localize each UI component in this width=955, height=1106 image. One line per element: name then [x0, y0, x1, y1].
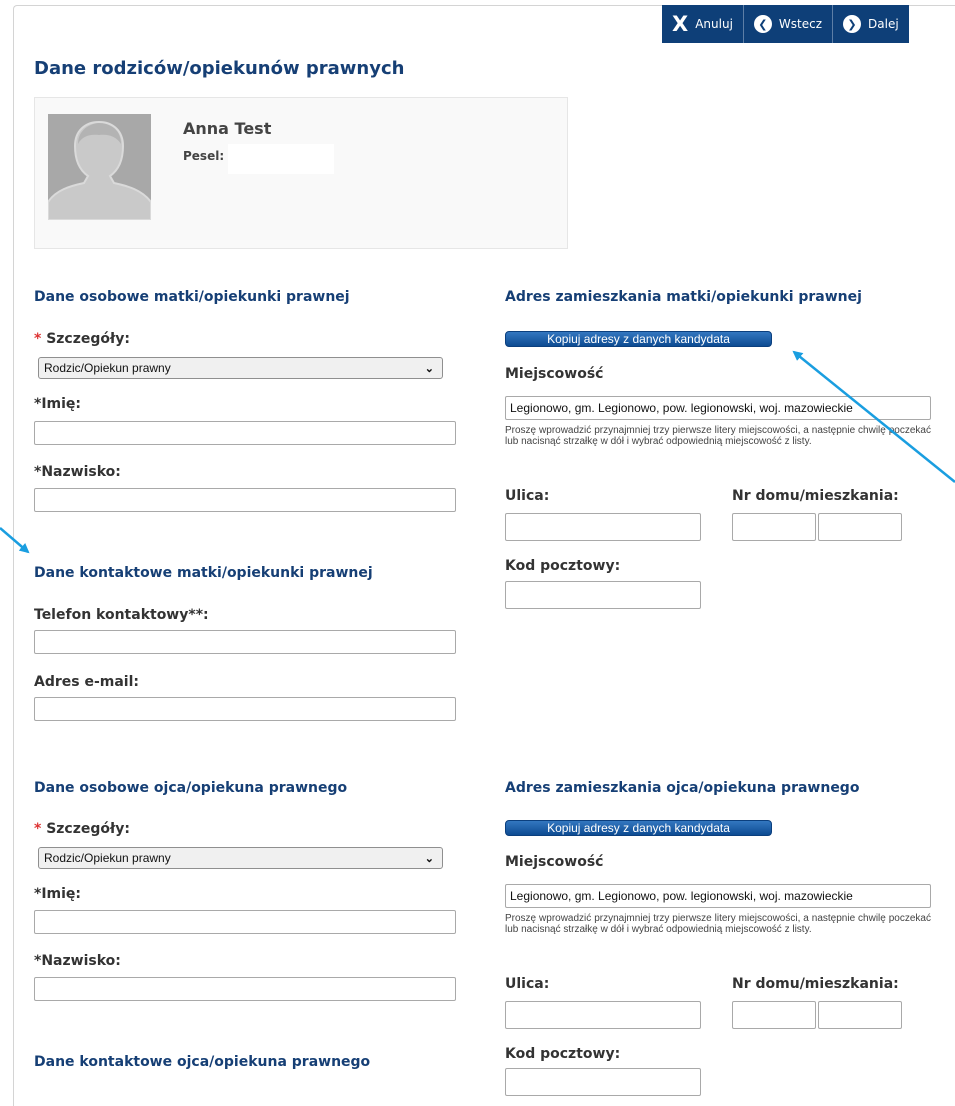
- next-label: Dalej: [868, 17, 899, 31]
- father-personal-title: Dane osobowe ojca/opiekuna prawnego: [34, 780, 348, 796]
- father-city-label: Miejscowość: [505, 854, 604, 870]
- father-address-title: Adres zamieszkania ojca/opiekuna prawneg…: [505, 780, 860, 796]
- father-first-name-input[interactable]: [34, 910, 456, 934]
- father-first-name-label: *Imię:: [34, 886, 82, 902]
- father-details-select[interactable]: Rodzic/Opiekun prawny ⌄: [38, 847, 443, 869]
- chevron-down-icon: ⌄: [424, 852, 434, 865]
- father-city-help: Proszę wprowadzić przynajmniej trzy pier…: [505, 913, 931, 935]
- mother-first-name-label: *Imię:: [34, 396, 82, 412]
- father-street-input[interactable]: [505, 1001, 701, 1029]
- next-button[interactable]: ❯ Dalej: [833, 5, 909, 43]
- back-button[interactable]: ❮ Wstecz: [744, 5, 834, 43]
- mother-street-input[interactable]: [505, 513, 701, 541]
- father-house-number-input[interactable]: [732, 1001, 816, 1029]
- father-last-name-input[interactable]: [34, 977, 456, 1001]
- mother-last-name-input[interactable]: [34, 488, 456, 512]
- candidate-name: Anna Test: [183, 119, 272, 138]
- father-contact-title: Dane kontaktowe ojca/opiekuna prawnego: [34, 1054, 371, 1070]
- back-label: Wstecz: [778, 17, 823, 31]
- father-details-text: Szczegóły:: [46, 821, 130, 837]
- father-details-value: Rodzic/Opiekun prawny: [44, 851, 171, 865]
- candidate-card: Anna Test Pesel:: [34, 97, 568, 249]
- pesel-value: [228, 144, 334, 174]
- mother-postal-input[interactable]: [505, 581, 701, 609]
- father-copy-address-button[interactable]: Kopiuj adresy z danych kandydata: [505, 820, 772, 836]
- cancel-label: Anuluj: [695, 17, 733, 31]
- mother-city-value: Legionowo, gm. Legionowo, pow. legionows…: [510, 401, 853, 415]
- father-apartment-input[interactable]: [818, 1001, 902, 1029]
- mother-house-number-input[interactable]: [732, 513, 816, 541]
- mother-address-title: Adres zamieszkania matki/opiekunki prawn…: [505, 289, 862, 305]
- mother-details-label: * Szczegóły:: [34, 331, 130, 347]
- close-icon: X: [672, 11, 689, 36]
- circle-arrow-left-icon: ❮: [753, 15, 772, 33]
- father-house-label: Nr domu/mieszkania:: [732, 976, 899, 992]
- mother-details-value: Rodzic/Opiekun prawny: [44, 361, 171, 375]
- required-star: *: [34, 821, 42, 837]
- mother-apartment-input[interactable]: [818, 513, 902, 541]
- mother-details-text: Szczegóły:: [46, 331, 130, 347]
- father-street-label: Ulica:: [505, 976, 550, 992]
- mother-personal-title: Dane osobowe matki/opiekunki prawnej: [34, 289, 350, 305]
- mother-contact-title: Dane kontaktowe matki/opiekunki prawnej: [34, 565, 373, 581]
- mother-postal-label: Kod pocztowy:: [505, 558, 621, 574]
- mother-street-label: Ulica:: [505, 488, 550, 504]
- mother-last-name-label: *Nazwisko:: [34, 464, 121, 480]
- father-postal-label: Kod pocztowy:: [505, 1046, 621, 1062]
- mother-phone-input[interactable]: [34, 630, 456, 654]
- mother-email-label: Adres e-mail:: [34, 674, 139, 690]
- required-star: *: [34, 331, 42, 347]
- toolbar: X Anuluj ❮ Wstecz ❯ Dalej: [662, 5, 909, 43]
- mother-first-name-input[interactable]: [34, 421, 456, 445]
- father-city-value: Legionowo, gm. Legionowo, pow. legionows…: [510, 889, 853, 903]
- mother-city-label: Miejscowość: [505, 366, 604, 382]
- mother-city-input[interactable]: Legionowo, gm. Legionowo, pow. legionows…: [505, 396, 931, 420]
- pesel-label: Pesel:: [183, 149, 225, 163]
- mother-email-input[interactable]: [34, 697, 456, 721]
- page-title: Dane rodziców/opiekunów prawnych: [34, 58, 405, 79]
- mother-details-select[interactable]: Rodzic/Opiekun prawny ⌄: [38, 357, 443, 379]
- father-details-label: * Szczegóły:: [34, 821, 130, 837]
- mother-copy-address-button[interactable]: Kopiuj adresy z danych kandydata: [505, 331, 772, 347]
- mother-house-label: Nr domu/mieszkania:: [732, 488, 899, 504]
- father-postal-input[interactable]: [505, 1068, 701, 1096]
- user-silhouette-icon: [48, 114, 151, 220]
- father-city-input[interactable]: Legionowo, gm. Legionowo, pow. legionows…: [505, 884, 931, 908]
- cancel-button[interactable]: X Anuluj: [662, 5, 744, 43]
- mother-phone-label: Telefon kontaktowy**:: [34, 607, 209, 623]
- chevron-down-icon: ⌄: [424, 362, 434, 375]
- circle-arrow-right-icon: ❯: [843, 15, 862, 33]
- mother-city-help: Proszę wprowadzić przynajmniej trzy pier…: [505, 425, 931, 447]
- father-last-name-label: *Nazwisko:: [34, 953, 121, 969]
